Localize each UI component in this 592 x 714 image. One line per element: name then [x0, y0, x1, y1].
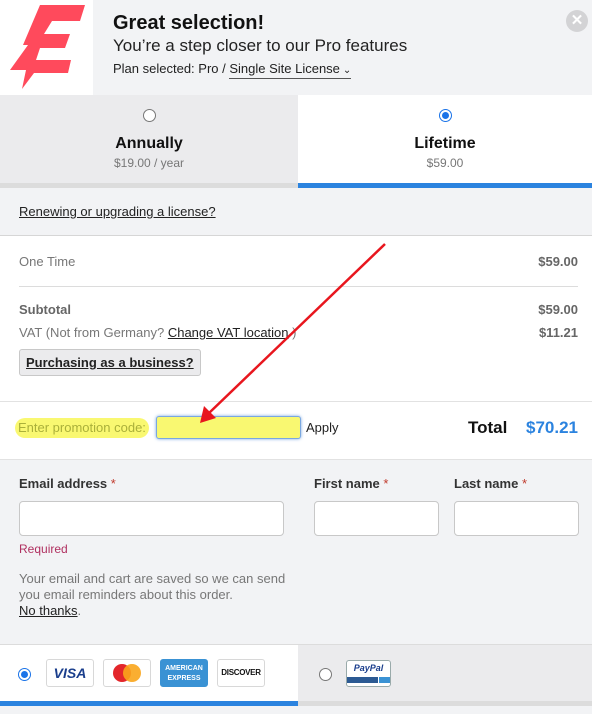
discover-icon: DISCOVER — [217, 659, 265, 687]
required-star: * — [521, 476, 527, 491]
plan-selected: Plan selected: Pro / Single Site License… — [113, 61, 352, 79]
divider — [0, 401, 592, 402]
paypal-bar — [347, 677, 378, 683]
first-name-label-text: First name — [314, 476, 380, 491]
tab-lifetime[interactable]: Lifetime $59.00 — [298, 95, 592, 188]
paypal-icon: PayPal — [346, 660, 391, 687]
tab-lifetime-price: $59.00 — [426, 156, 464, 170]
paypal-bar — [379, 677, 390, 683]
last-name-label-text: Last name — [454, 476, 519, 491]
vat-line: VAT (Not from Germany? Change VAT locati… — [19, 325, 296, 340]
email-label-text: Email address — [19, 476, 108, 491]
no-thanks-link[interactable]: No thanks — [19, 603, 78, 618]
total-value: $70.21 — [526, 418, 578, 437]
subtotal-label: Subtotal — [19, 302, 71, 317]
tab-annually-price: $19.00 / year — [113, 156, 185, 170]
lifetime-radio[interactable] — [438, 109, 452, 122]
billing-cycle-tabs: Annually $19.00 / year Lifetime $59.00 — [0, 95, 592, 188]
divider — [19, 286, 578, 287]
email-field[interactable] — [19, 501, 284, 536]
apply-promo-button[interactable]: Apply — [306, 420, 339, 435]
required-star: * — [383, 476, 389, 491]
tab-annually-label: Annually — [115, 135, 183, 152]
card-radio[interactable] — [18, 668, 31, 681]
one-time-label: One Time — [19, 254, 76, 269]
total-label: Total — [468, 418, 508, 437]
paypal-label: PayPal — [353, 663, 384, 673]
close-button[interactable]: ✕ — [566, 10, 588, 32]
last-name-field[interactable] — [454, 501, 579, 536]
visa-icon: VISA — [46, 659, 94, 687]
promo-code-input[interactable] — [156, 416, 301, 439]
license-label: Single Site License — [229, 61, 340, 76]
one-time-value: $59.00 — [538, 254, 578, 269]
payment-methods: VISA AMERICAN EXPRESS DISCOVER PayPal — [0, 644, 592, 706]
customer-form: Email address * First name * Last name *… — [0, 459, 592, 644]
renew-license-link[interactable]: Renewing or upgrading a license? — [19, 204, 216, 219]
purchasing-as-business-button[interactable]: Purchasing as a business? — [19, 349, 201, 376]
tab-lifetime-label: Lifetime — [414, 135, 476, 152]
email-required-error: Required — [19, 542, 68, 556]
amex-icon: AMERICAN EXPRESS — [160, 659, 208, 687]
change-vat-location-link[interactable]: Change VAT location — [168, 325, 289, 340]
vat-prefix: VAT (Not from Germany? — [19, 325, 168, 340]
mastercard-icon — [103, 659, 151, 687]
tab-annually[interactable]: Annually $19.00 / year — [0, 95, 298, 188]
promo-code-label: Enter promotion code: — [15, 418, 149, 438]
license-dropdown[interactable]: Single Site License ⌄ — [229, 61, 352, 79]
header-subtitle: You’re a step closer to our Pro features — [113, 36, 408, 55]
annually-radio[interactable] — [142, 109, 156, 122]
header: Great selection! You’re a step closer to… — [0, 0, 592, 95]
vat-value: $11.21 — [538, 325, 578, 340]
last-name-label: Last name * — [454, 476, 527, 491]
payment-option-paypal[interactable]: PayPal — [298, 644, 592, 706]
first-name-field[interactable] — [314, 501, 439, 536]
note-text: Your email and cart are saved so we can … — [19, 571, 286, 602]
lightning-e-logo-icon — [10, 5, 85, 89]
first-name-label: First name * — [314, 476, 388, 491]
email-label: Email address * — [19, 476, 116, 491]
order-summary: One Time $59.00 Subtotal $59.00 VAT (Not… — [0, 236, 592, 459]
chevron-down-icon: ⌄ — [342, 65, 352, 76]
renew-section: Renewing or upgrading a license? — [0, 188, 592, 236]
plan-prefix: Plan selected: Pro / — [113, 61, 230, 76]
required-star: * — [110, 476, 116, 491]
no-thanks-suffix: . — [77, 603, 82, 618]
payment-option-card[interactable]: VISA AMERICAN EXPRESS DISCOVER — [0, 644, 298, 706]
close-icon: ✕ — [570, 12, 584, 29]
vat-suffix: ) — [288, 325, 297, 340]
subtotal-value: $59.00 — [538, 302, 578, 317]
paypal-radio[interactable] — [319, 668, 332, 681]
header-title: Great selection! — [113, 12, 265, 34]
brand-logo — [0, 0, 93, 95]
email-reminder-note: Your email and cart are saved so we can … — [19, 571, 299, 619]
